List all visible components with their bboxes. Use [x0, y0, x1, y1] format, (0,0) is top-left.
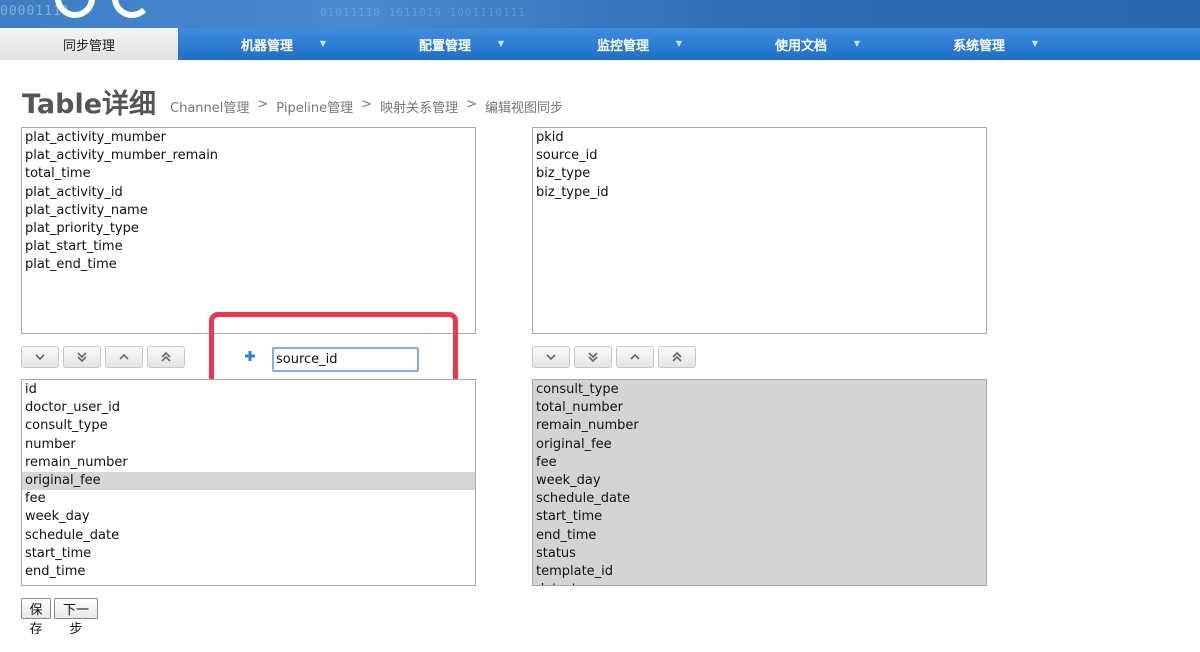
move-bottom-button[interactable] — [63, 346, 101, 368]
breadcrumb-separator: > — [257, 97, 269, 112]
nav-item-label: 系统管理 — [952, 38, 1005, 54]
list-item[interactable]: number — [22, 436, 475, 454]
double-chevron-up-icon — [161, 351, 171, 362]
next-button[interactable]: 下一步 — [54, 598, 98, 637]
list-item[interactable]: source_id — [533, 147, 986, 165]
plus-icon[interactable] — [244, 350, 256, 362]
breadcrumb-current: 编辑视图同步 — [485, 101, 564, 116]
column-name-input[interactable] — [272, 347, 419, 372]
list-item[interactable]: biz_type_id — [533, 184, 986, 202]
right-move-buttons — [532, 346, 696, 368]
breadcrumb-pipeline[interactable]: Pipeline管理 — [276, 97, 353, 116]
double-chevron-down-icon — [77, 352, 87, 363]
move-down-button[interactable] — [532, 346, 570, 368]
list-item[interactable]: status — [533, 545, 986, 563]
list-item[interactable]: end_time — [533, 527, 986, 545]
chevron-up-icon — [119, 353, 129, 360]
breadcrumb-mapping[interactable]: 映射关系管理 — [380, 97, 458, 116]
list-item[interactable]: plat_activity_id — [22, 184, 475, 202]
nav-item-label: 同步管理 — [62, 38, 115, 54]
breadcrumb-channel[interactable]: Channel管理 — [170, 97, 249, 116]
save-button[interactable]: 保存 — [21, 598, 51, 637]
list-item[interactable]: fee — [22, 490, 475, 508]
nav-item-sync[interactable]: 同步管理 — [0, 28, 178, 60]
move-up-button[interactable] — [616, 346, 654, 368]
move-down-button[interactable] — [21, 346, 59, 368]
list-item[interactable]: pkid — [533, 129, 986, 147]
nav-item-docs[interactable]: 使用文档 ▼ — [712, 28, 890, 60]
move-top-button[interactable] — [147, 346, 185, 368]
caret-down-icon: ▼ — [853, 39, 860, 48]
list-item[interactable]: remain_number — [22, 454, 475, 472]
list-item[interactable]: plat_start_time — [22, 238, 475, 256]
main-nav: 同步管理 机器管理 ▼ 配置管理 ▼ 监控管理 ▼ 使用文档 ▼ 系统管理 ▼ — [0, 28, 1200, 60]
list-item[interactable]: week_day — [533, 472, 986, 490]
list-item[interactable]: week_day — [22, 508, 475, 526]
list-item[interactable]: id — [22, 381, 475, 399]
move-top-button[interactable] — [658, 346, 696, 368]
list-item[interactable]: biz_type — [533, 165, 986, 183]
nav-item-machine[interactable]: 机器管理 ▼ — [178, 28, 356, 60]
source-columns-list[interactable]: plat_activity_mumber plat_activity_mumber… — [21, 127, 476, 334]
chevron-up-icon — [630, 353, 640, 360]
list-item[interactable]: plat_activity_mumber_remain — [22, 147, 475, 165]
banner-binary-text-2: 01011110 1611019 1001110111 — [320, 6, 526, 19]
chevron-down-icon — [546, 354, 556, 361]
list-item[interactable]: start_time — [533, 508, 986, 526]
breadcrumb: Channel管理 > Pipeline管理 > 映射关系管理 > 编辑视图同步 — [170, 97, 563, 116]
list-item[interactable]: original_fee — [533, 436, 986, 454]
list-item[interactable]: consult_type — [533, 381, 986, 399]
list-item[interactable]: plat_priority_type — [22, 220, 475, 238]
list-item[interactable]: plat_end_time — [22, 256, 475, 274]
double-chevron-up-icon — [672, 351, 682, 362]
nav-item-label: 监控管理 — [596, 38, 649, 54]
chevron-down-icon — [35, 354, 45, 361]
list-item[interactable]: schedule_date — [533, 490, 986, 508]
list-item[interactable]: remain_number — [533, 417, 986, 435]
source-fields-list[interactable]: id doctor_user_id consult_type number remain… — [21, 379, 476, 586]
target-fields-list[interactable]: consult_type total_number remain_number ori… — [532, 379, 987, 586]
list-item[interactable]: total_time — [22, 165, 475, 183]
list-item[interactable]: template_id — [533, 563, 986, 581]
logo-mark — [112, 0, 152, 18]
caret-down-icon: ▼ — [319, 39, 326, 48]
caret-down-icon: ▼ — [675, 39, 682, 48]
list-item[interactable]: doctor_user_id — [22, 399, 475, 417]
nav-item-label: 使用文档 — [774, 38, 827, 54]
list-item[interactable]: schedule_date — [22, 527, 475, 545]
nav-item-system[interactable]: 系统管理 ▼ — [890, 28, 1068, 60]
list-item[interactable]: plat_activity_mumber — [22, 129, 475, 147]
list-item[interactable]: original_fee — [22, 471, 475, 491]
move-bottom-button[interactable] — [574, 346, 612, 368]
nav-item-label: 配置管理 — [418, 38, 471, 54]
caret-down-icon: ▼ — [1031, 39, 1038, 48]
nav-item-label: 机器管理 — [240, 38, 293, 54]
header-banner: 00001111 01011110 1611019 1001110111 — [0, 0, 1200, 28]
caret-down-icon: ▼ — [497, 39, 504, 48]
list-item[interactable]: plat_activity_name — [22, 202, 475, 220]
list-item[interactable]: end_time — [22, 563, 475, 581]
list-item[interactable]: consult_type — [22, 417, 475, 435]
breadcrumb-separator: > — [466, 97, 477, 112]
list-item[interactable]: start_time — [22, 545, 475, 563]
list-item[interactable]: total_number — [533, 399, 986, 417]
page-title: Table详细 — [22, 89, 157, 120]
double-chevron-down-icon — [588, 352, 598, 363]
list-item[interactable]: fee — [533, 454, 986, 472]
move-up-button[interactable] — [105, 346, 143, 368]
nav-item-config[interactable]: 配置管理 ▼ — [356, 28, 534, 60]
left-move-buttons — [21, 346, 185, 368]
nav-item-monitor[interactable]: 监控管理 ▼ — [534, 28, 712, 60]
breadcrumb-separator: > — [361, 97, 373, 112]
list-item[interactable]: data_type — [533, 581, 986, 585]
target-columns-list[interactable]: pkid source_id biz_type biz_type_id — [532, 127, 987, 334]
